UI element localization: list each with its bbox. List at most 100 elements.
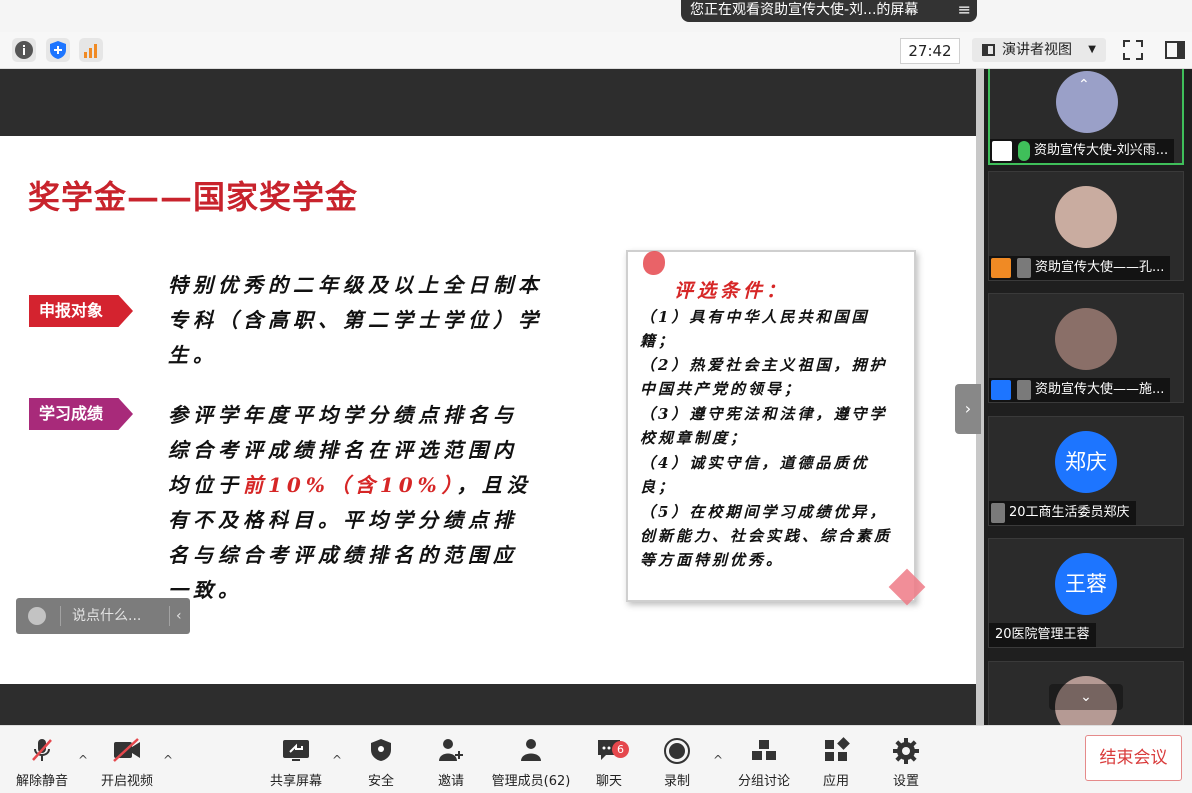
participant-name-bar: 20工商生活委员郑庆 xyxy=(989,501,1136,525)
participant-name-bar: 20医院管理王蓉 xyxy=(989,623,1096,647)
gear-icon xyxy=(892,737,920,772)
chevron-right-icon: › xyxy=(964,399,972,418)
start-video-label: 开启视频 xyxy=(100,774,153,789)
chevron-down-icon: ▼ xyxy=(1088,44,1096,55)
mic-muted-icon xyxy=(30,737,54,770)
notice-text: 您正在观看资助宣传大使-刘...的屏幕 xyxy=(690,2,919,18)
share-screen-button[interactable]: 共享屏幕 xyxy=(264,725,328,792)
chevron-up-icon[interactable]: ^ xyxy=(78,753,88,767)
members-icon xyxy=(516,737,546,770)
slide-title: 奖学金——国家奖学金 xyxy=(28,178,359,216)
user-icon xyxy=(991,380,1011,400)
settings-label: 设置 xyxy=(892,774,919,789)
security-button[interactable]: 安全 xyxy=(356,725,406,792)
tag-applicant: 申报对象 xyxy=(29,295,133,327)
unmute-label: 解除静音 xyxy=(15,774,68,789)
view-mode-label: 演讲者视图 xyxy=(1002,42,1072,58)
settings-button[interactable]: 设置 xyxy=(884,725,928,792)
meeting-toolbar: 27:42 演讲者视图 ▼ xyxy=(0,32,1192,69)
mic-muted-icon xyxy=(1017,258,1031,278)
participant-name: 20医院管理王蓉 xyxy=(995,627,1090,642)
academic-text: 参评学年度平均学分绩点排名与综合考评成绩排名在评选范围内均位于前10%（含10%… xyxy=(168,398,540,608)
academic-text-highlight: 前10%（含10%） xyxy=(243,473,457,497)
collapse-panel-button[interactable]: › xyxy=(955,384,981,434)
emoji-icon[interactable] xyxy=(28,607,46,625)
screen-share-icon xyxy=(992,141,1012,161)
apps-label: 应用 xyxy=(822,774,849,789)
shield-icon xyxy=(369,737,393,770)
invite-label: 邀请 xyxy=(437,774,464,789)
manage-members-button[interactable]: 管理成员(62) xyxy=(486,725,576,792)
criteria-title: 评选条件： xyxy=(674,280,790,302)
chevron-left-icon[interactable]: ‹ xyxy=(176,598,182,634)
chat-button[interactable]: 聊天 xyxy=(586,725,632,792)
quick-chat-input[interactable]: 说点什么... ‹ xyxy=(16,598,190,634)
chat-label: 聊天 xyxy=(595,774,622,789)
participant-name-bar: 资助宣传大使-刘兴雨... xyxy=(990,139,1175,163)
video-off-icon xyxy=(112,737,142,770)
view-mode-select[interactable]: 演讲者视图 ▼ xyxy=(972,38,1106,62)
share-letterbox-top xyxy=(0,69,976,136)
user-icon xyxy=(991,258,1011,278)
participant-name: 20工商生活委员郑庆 xyxy=(1009,505,1130,520)
screen-share-notice: 您正在观看资助宣传大使-刘...的屏幕 ≡ xyxy=(681,0,977,22)
participant-tile[interactable]: 郑庆 20工商生活委员郑庆 xyxy=(988,416,1184,526)
tag-academic: 学习成绩 xyxy=(29,398,133,430)
menu-icon[interactable]: ≡ xyxy=(958,0,971,20)
participant-tile[interactable]: ⌄ xyxy=(988,661,1184,725)
security-label: 安全 xyxy=(367,774,394,789)
participant-tile[interactable]: 王蓉 20医院管理王蓉 xyxy=(988,538,1184,648)
record-button[interactable]: 录制 xyxy=(654,725,700,792)
criteria-item: （4）诚实守信，道德品质优良； xyxy=(640,454,870,496)
record-label: 录制 xyxy=(663,774,690,789)
flower-decoration xyxy=(643,251,665,275)
scroll-down-icon[interactable]: ⌄ xyxy=(1049,684,1123,710)
share-letterbox-bottom xyxy=(0,684,976,725)
sidebar-toggle-icon[interactable] xyxy=(1164,39,1186,61)
manage-members-label: 管理成员(62) xyxy=(491,774,571,789)
chevron-up-icon[interactable]: ^ xyxy=(163,753,173,767)
participant-name-bar: 资助宣传大使——施... xyxy=(989,378,1171,402)
chevron-up-icon[interactable]: ^ xyxy=(332,753,342,767)
apps-icon xyxy=(822,737,850,770)
chevron-up-icon[interactable]: ⌃ xyxy=(1078,77,1090,93)
end-meeting-button[interactable]: 结束会议 xyxy=(1085,735,1182,781)
shield-icon[interactable] xyxy=(46,38,70,62)
criteria-item: （1）具有中华人民共和国国籍； xyxy=(640,308,870,350)
info-icon[interactable] xyxy=(12,38,36,62)
invite-button[interactable]: 邀请 xyxy=(426,725,476,792)
participant-tile[interactable]: 资助宣传大使——孔... xyxy=(988,171,1184,281)
share-screen-label: 共享屏幕 xyxy=(269,774,322,789)
criteria-item: （3）遵守宪法和法律，遵守学校规章制度； xyxy=(640,405,888,447)
mic-on-icon xyxy=(1018,141,1030,161)
apps-button[interactable]: 应用 xyxy=(814,725,858,792)
avatar: 郑庆 xyxy=(1055,431,1117,493)
fullscreen-icon[interactable] xyxy=(1122,39,1144,61)
criteria-item: （2）热爱社会主义祖国，拥护中国共产党的领导； xyxy=(640,356,888,398)
avatar: 王蓉 xyxy=(1055,553,1117,615)
breakout-icon xyxy=(750,737,778,770)
signal-icon[interactable] xyxy=(79,38,103,62)
share-screen-icon xyxy=(281,737,311,770)
participant-name: 资助宣传大使-刘兴雨... xyxy=(1034,143,1169,158)
participant-panel: ⌃ 资助宣传大使-刘兴雨... 资助宣传大使——孔... 资助宣传大使——施..… xyxy=(984,69,1192,725)
criteria-item: （5）在校期间学习成绩优异，创新能力、社会实践、综合素质等方面特别优秀。 xyxy=(640,503,893,569)
breakout-rooms-label: 分组讨论 xyxy=(737,774,790,789)
avatar xyxy=(1055,186,1117,248)
breakout-rooms-button[interactable]: 分组讨论 xyxy=(734,725,794,792)
unmute-button[interactable]: 解除静音 xyxy=(10,725,74,792)
participant-name: 资助宣传大使——施... xyxy=(1035,382,1165,397)
participant-name-bar: 资助宣传大使——孔... xyxy=(989,256,1171,280)
start-video-button[interactable]: 开启视频 xyxy=(96,725,158,792)
chat-unread-badge: 6 xyxy=(612,741,629,758)
mic-muted-icon xyxy=(1017,380,1031,400)
record-icon xyxy=(663,737,691,772)
add-user-icon xyxy=(437,737,465,770)
participant-tile[interactable]: 资助宣传大使——施... xyxy=(988,293,1184,403)
avatar xyxy=(1055,308,1117,370)
chat-placeholder: 说点什么... xyxy=(72,608,142,624)
participant-name: 资助宣传大使——孔... xyxy=(1035,260,1165,275)
mic-muted-icon xyxy=(991,503,1005,523)
chevron-up-icon[interactable]: ^ xyxy=(713,753,723,767)
participant-tile[interactable]: ⌃ 资助宣传大使-刘兴雨... xyxy=(988,69,1184,165)
